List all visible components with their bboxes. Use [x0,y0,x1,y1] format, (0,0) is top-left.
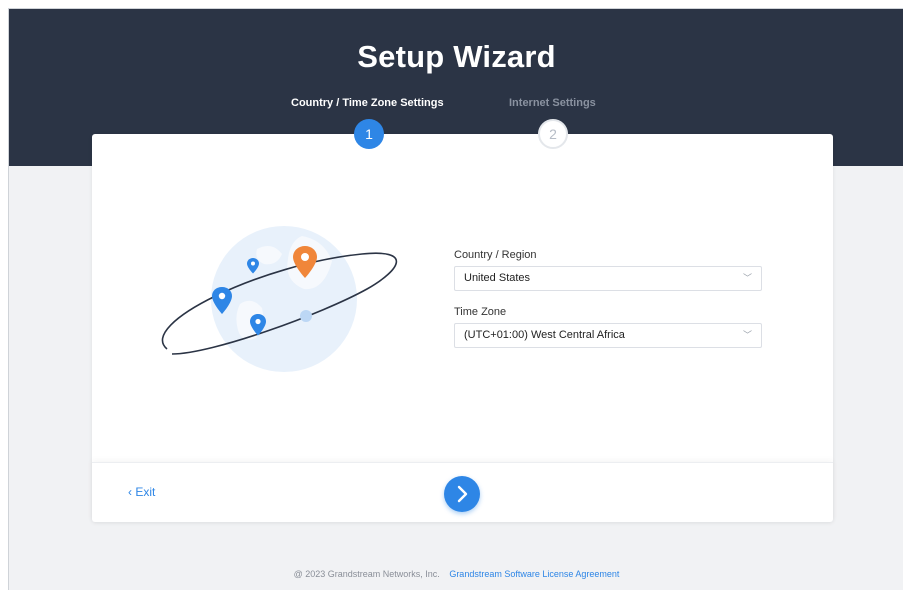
page-title: Setup Wizard [357,39,556,74]
country-select-value: United States [464,272,531,284]
wizard-frame: Setup Wizard Country / Time Zone Setting… [8,8,903,590]
timezone-select[interactable]: (UTC+01:00) West Central Africa ﹀ [454,323,762,348]
settings-form: Country / Region United States ﹀ Time Zo… [454,249,762,348]
wizard-card: Country / Region United States ﹀ Time Zo… [92,134,833,522]
timezone-label: Time Zone [454,306,507,318]
copyright-text: @ 2023 Grandstream Networks, Inc. [293,569,440,579]
copyright-footer: @ 2023 Grandstream Networks, Inc. Grands… [9,569,903,579]
chevron-down-icon: ﹀ [742,273,752,283]
globe-icon [211,226,357,372]
timezone-field: Time Zone (UTC+01:00) West Central Afric… [454,306,762,348]
timezone-select-value: (UTC+01:00) West Central Africa [464,329,625,341]
exit-label: Exit [135,485,156,499]
globe-illustration [161,226,398,372]
country-select[interactable]: United States ﹀ [454,266,762,291]
country-label: Country / Region [454,249,537,261]
step-indicator-1: 1 [354,119,384,149]
step-label-internet: Internet Settings [509,97,596,109]
chevron-left-icon: ‹ [128,485,132,499]
next-button[interactable] [444,476,480,512]
exit-button[interactable]: ‹ Exit [128,485,155,499]
country-field: Country / Region United States ﹀ [454,249,762,291]
step-label-country-timezone: Country / Time Zone Settings [291,97,444,109]
orbit-dot [300,310,312,322]
chevron-right-icon [457,485,468,503]
license-agreement-link[interactable]: Grandstream Software License Agreement [449,569,619,579]
step-indicator-2: 2 [538,119,568,149]
card-footer: ‹ Exit [92,462,833,522]
chevron-down-icon: ﹀ [742,330,752,340]
